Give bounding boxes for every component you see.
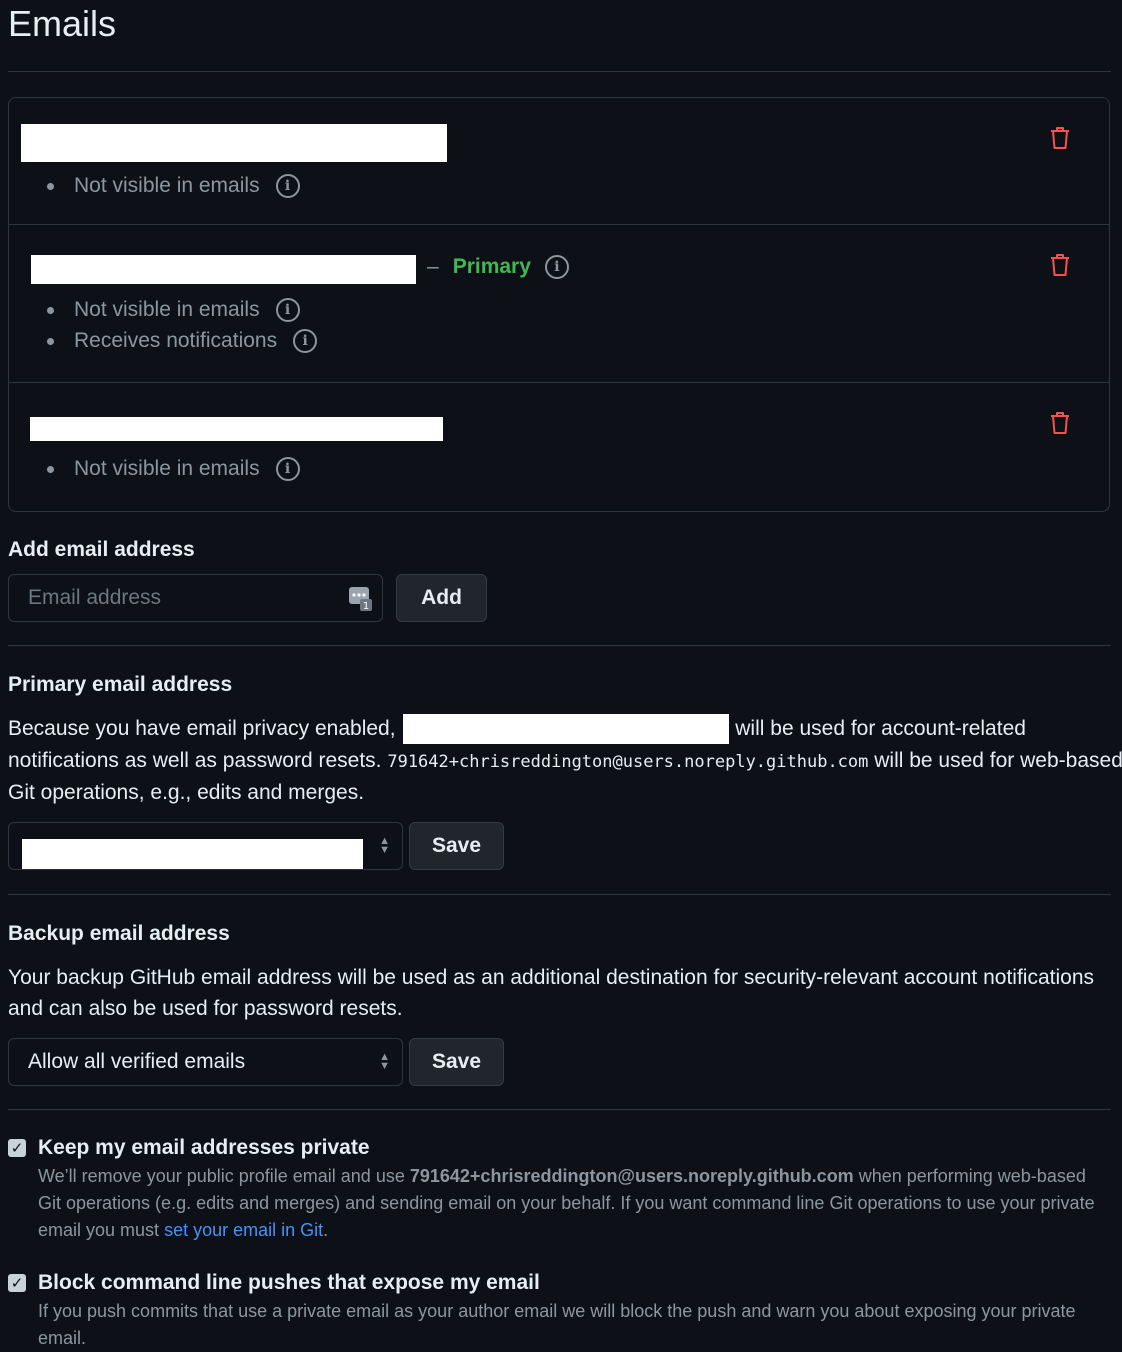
- page-title: Emails: [8, 3, 117, 44]
- backup-email-select[interactable]: Allow all verified emails ▲ ▼: [8, 1038, 403, 1086]
- status-text: Not visible in emails: [74, 174, 260, 197]
- backup-email-selected: Allow all verified emails: [28, 1050, 246, 1073]
- block-pushes-label[interactable]: Block command line pushes that expose my…: [38, 1271, 540, 1295]
- description-text: notifications as well as password resets…: [8, 749, 382, 772]
- noreply-email: 791642+chrisreddington@users.noreply.git…: [387, 752, 869, 772]
- redacted-email: [31, 255, 416, 284]
- primary-email-description: Because you have email privacy enabled, …: [8, 713, 1122, 809]
- add-email-heading: Add email address: [8, 538, 195, 561]
- email-input-placeholder: Email address: [28, 586, 162, 609]
- info-icon[interactable]: i: [293, 329, 318, 353]
- set-email-in-git-link[interactable]: set your email in Git: [164, 1220, 323, 1240]
- backup-email-description: Your backup GitHub email address will be…: [8, 966, 1095, 1020]
- email-status-item: Receives notifications i: [47, 329, 318, 353]
- description-text: will be used for account-related: [735, 717, 1026, 740]
- primary-email-select[interactable]: ▲ ▼: [8, 822, 403, 870]
- description-text: We’ll remove your public profile email a…: [38, 1166, 405, 1186]
- select-caret-icon: ▲ ▼: [379, 1051, 390, 1072]
- email-row: – Primary i Not visible in emails i Rece…: [9, 225, 1109, 383]
- svg-text:1: 1: [363, 601, 369, 612]
- redacted-email: [30, 417, 443, 441]
- info-icon[interactable]: i: [275, 174, 300, 198]
- checkbox-check-icon: ✓: [10, 1274, 24, 1292]
- block-pushes-checkbox[interactable]: ✓: [8, 1274, 26, 1292]
- primary-label: Primary: [452, 255, 531, 278]
- keep-private-description: We’ll remove your public profile email a…: [38, 1163, 1108, 1244]
- separator-dash: –: [427, 255, 439, 278]
- noreply-email: 791642+chrisreddington@users.noreply.git…: [409, 1166, 854, 1186]
- description-text: Git operations, e.g., edits and merges.: [8, 781, 365, 804]
- status-text: Receives notifications: [74, 329, 278, 352]
- trash-icon[interactable]: [1049, 126, 1071, 150]
- description-text: will be used for web-based: [874, 749, 1122, 772]
- section-divider: [8, 894, 1111, 895]
- description-text: .: [323, 1220, 329, 1240]
- info-icon[interactable]: i: [544, 255, 569, 279]
- description-text: Because you have email privacy enabled,: [8, 717, 396, 740]
- status-text: Not visible in emails: [74, 298, 260, 321]
- section-divider: [8, 645, 1111, 646]
- redacted-email: [21, 124, 447, 162]
- status-text: Not visible in emails: [74, 457, 260, 480]
- select-caret-icon: ▲ ▼: [379, 835, 390, 856]
- primary-email-heading: Primary email address: [8, 673, 233, 696]
- redacted-email: [22, 839, 363, 869]
- email-status-item: Not visible in emails i: [47, 457, 300, 481]
- add-button[interactable]: Add: [396, 574, 487, 622]
- password-manager-icon[interactable]: 1: [348, 586, 374, 612]
- title-divider: [8, 71, 1111, 72]
- trash-icon[interactable]: [1049, 411, 1071, 435]
- email-status-item: Not visible in emails i: [47, 174, 300, 198]
- emails-settings-page: Emails Not visible in emails i – Primary…: [8, 0, 1122, 1348]
- email-input[interactable]: Email address 1: [8, 574, 383, 622]
- email-row: Not visible in emails i: [9, 383, 1109, 511]
- email-row: Not visible in emails i: [9, 98, 1109, 225]
- email-status-item: Not visible in emails i: [47, 298, 300, 322]
- info-icon[interactable]: i: [275, 298, 300, 322]
- keep-private-label[interactable]: Keep my email addresses private: [38, 1136, 370, 1160]
- keep-private-checkbox[interactable]: ✓: [8, 1139, 26, 1157]
- block-pushes-description: If you push commits that use a private e…: [38, 1301, 1076, 1348]
- backup-email-heading: Backup email address: [8, 922, 230, 945]
- email-list: Not visible in emails i – Primary i Not …: [8, 97, 1110, 512]
- primary-save-button[interactable]: Save: [409, 822, 504, 870]
- redacted-email: [403, 714, 730, 745]
- trash-icon[interactable]: [1049, 253, 1071, 277]
- checkbox-check-icon: ✓: [10, 1139, 24, 1157]
- backup-save-button[interactable]: Save: [409, 1038, 504, 1086]
- primary-badge: – Primary i: [427, 255, 569, 279]
- info-icon[interactable]: i: [275, 457, 300, 481]
- section-divider: [8, 1109, 1111, 1110]
